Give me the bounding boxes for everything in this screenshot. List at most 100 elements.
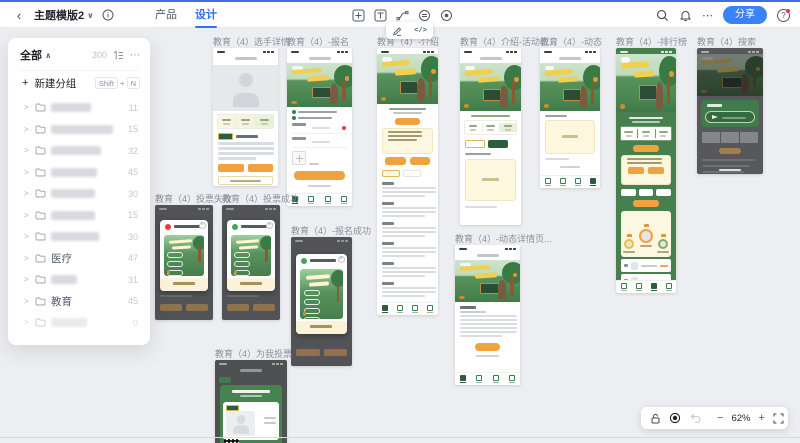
more-menu-icon[interactable]: ⋯	[702, 9, 713, 22]
orange-button[interactable]	[648, 167, 664, 174]
lock-icon[interactable]	[650, 413, 661, 424]
text-tool-icon[interactable]	[374, 9, 387, 22]
canvas-frame-1[interactable]	[213, 48, 278, 186]
zoom-in-button[interactable]: +	[758, 413, 764, 423]
orange-button[interactable]	[218, 164, 244, 172]
group-row[interactable]: >45	[8, 162, 150, 184]
canvas-frame-10[interactable]: ×	[291, 237, 352, 366]
canvas-frame-7[interactable]	[697, 48, 763, 174]
dim-stats	[702, 132, 758, 143]
zoom-out-button[interactable]: −	[717, 413, 723, 423]
annotate-pen-icon[interactable]	[392, 26, 402, 36]
code-icon[interactable]: </>	[414, 27, 427, 35]
canvas-frame-4[interactable]	[460, 48, 521, 225]
share-button[interactable]: 分享	[723, 6, 767, 24]
notifications-bell-icon[interactable]	[679, 9, 692, 22]
tab-label-line	[382, 312, 388, 314]
panel-more-icon[interactable]: ⋯	[130, 50, 140, 61]
frame-label[interactable]: 教育（4）-动态详情页...	[455, 232, 552, 245]
info-icon[interactable]	[102, 9, 114, 21]
upload-plus-box[interactable]	[292, 151, 306, 165]
back-icon[interactable]: ‹	[12, 8, 26, 23]
signal-battery-block	[198, 208, 209, 210]
group-row[interactable]: >30	[8, 226, 150, 248]
zoom-level[interactable]: 62%	[731, 413, 750, 424]
filter-dropdown[interactable]: 全部 ∧	[20, 47, 52, 63]
white-pill[interactable]	[639, 189, 654, 196]
search-input[interactable]	[705, 111, 755, 123]
group-row[interactable]: >31	[8, 269, 150, 291]
document-title[interactable]: 主题模版2 ∨	[34, 7, 94, 23]
toggle-pill-active[interactable]	[488, 140, 508, 148]
canvas-frame-6[interactable]	[616, 48, 676, 293]
frame-label[interactable]: 教育（4）-动态	[540, 35, 602, 48]
canvas-frame-9[interactable]: ×	[222, 205, 280, 320]
frame-label[interactable]: 教育（4）选手详情	[213, 35, 290, 48]
fail-icon	[165, 224, 171, 230]
signal-battery-block	[263, 51, 274, 53]
canvas-frame-8[interactable]: ×	[155, 205, 213, 320]
group-name: 教育	[51, 294, 72, 309]
comment-tool-icon[interactable]	[418, 9, 431, 22]
frame-label[interactable]: 教育（4）搜索	[697, 35, 756, 48]
frame-label[interactable]: 教育（4）-报名	[287, 35, 349, 48]
frame-label[interactable]: 教育（4）-报名成功	[291, 224, 371, 237]
close-icon[interactable]: ×	[266, 222, 273, 229]
group-row[interactable]: >0	[8, 312, 150, 334]
help-icon[interactable]: ?	[777, 9, 790, 22]
orange-button[interactable]	[248, 164, 274, 172]
toggle-pill[interactable]	[403, 170, 421, 177]
tab-icon	[308, 196, 314, 202]
group-row[interactable]: >医疗47	[8, 248, 150, 270]
frame-label[interactable]: 教育（4）投票失败	[155, 192, 232, 205]
canvas-frame-12[interactable]	[215, 360, 287, 443]
required-dot	[342, 126, 346, 130]
tab-design[interactable]: 设计	[195, 2, 217, 28]
orange-button[interactable]	[410, 157, 431, 165]
chevron-right-icon: >	[24, 232, 31, 241]
white-pill[interactable]	[621, 189, 636, 196]
group-row[interactable]: >教育45	[8, 291, 150, 313]
group-row[interactable]: >15	[8, 119, 150, 141]
chevron-right-icon: >	[24, 103, 31, 112]
fullscreen-icon[interactable]	[773, 413, 784, 424]
bottom-tabbar	[455, 372, 520, 385]
white-pill[interactable]	[656, 189, 671, 196]
banner-title-stroke	[382, 60, 410, 67]
canvas-frame-11[interactable]	[455, 245, 520, 385]
tabbar-item	[412, 305, 418, 313]
canvas-frame-5[interactable]	[540, 48, 600, 188]
new-group-button[interactable]: + 新建分组 Shift + N	[8, 71, 150, 95]
pen-tool-icon[interactable]	[396, 9, 409, 22]
tab-product[interactable]: 产品	[155, 2, 177, 28]
rank-avatar	[624, 239, 634, 249]
toggle-pill[interactable]	[465, 140, 485, 148]
back-pill[interactable]	[219, 377, 231, 383]
group-row[interactable]: >11	[8, 97, 150, 119]
cursor-mode-icon[interactable]	[669, 412, 681, 424]
preview-icon[interactable]	[440, 9, 453, 22]
frame-tool-icon[interactable]	[352, 9, 365, 22]
undo-icon[interactable]	[689, 412, 701, 424]
rank-name-line	[657, 251, 669, 253]
group-row[interactable]: >30	[8, 183, 150, 205]
sort-icon[interactable]	[113, 50, 124, 61]
canvas-frame-3[interactable]	[377, 48, 438, 315]
canvas-frame-2[interactable]	[287, 48, 352, 206]
toggle-pill-active[interactable]	[382, 170, 400, 177]
orange-button[interactable]	[628, 167, 644, 174]
group-row[interactable]: >32	[8, 140, 150, 162]
frame-label[interactable]: 教育（4）投票成功	[222, 192, 299, 205]
frame-label[interactable]: 教育（4）为我投票	[215, 347, 292, 360]
text-line	[702, 171, 744, 173]
search-icon[interactable]	[656, 9, 669, 22]
rank-list-row[interactable]	[621, 259, 671, 272]
group-row[interactable]: >15	[8, 205, 150, 227]
frame-label[interactable]: 教育（4）-排行榜	[616, 35, 687, 48]
dim-orange-button	[186, 304, 208, 311]
close-icon[interactable]: ×	[338, 256, 345, 263]
orange-button[interactable]	[385, 157, 406, 165]
rank-name-line	[623, 251, 635, 253]
chevron-right-icon: >	[24, 146, 31, 155]
close-icon[interactable]: ×	[199, 222, 206, 229]
